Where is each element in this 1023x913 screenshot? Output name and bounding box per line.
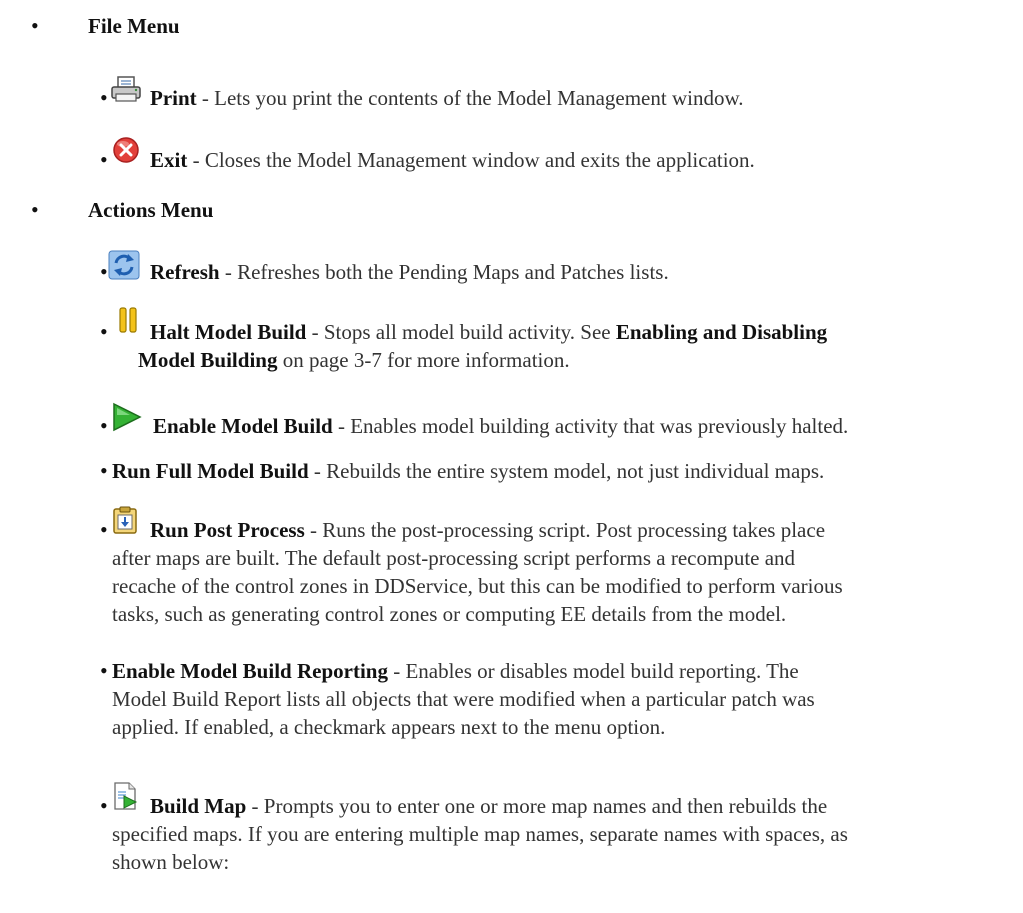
play-icon xyxy=(113,402,142,432)
build-map-line-1: - Prompts you to enter one or more map n… xyxy=(246,794,828,818)
refresh-label: Refresh xyxy=(150,260,220,284)
exit-label: Exit xyxy=(150,148,188,172)
post-process-line-2: after maps are built. The default post-p… xyxy=(112,546,796,570)
enable-desc: - Enables model building activity that w… xyxy=(332,414,849,438)
reporting-text: Enable Model Build Reporting - Enables o… xyxy=(112,657,972,741)
post-process-text: Run Post Process - Runs the post-process… xyxy=(112,516,1010,628)
print-label: Print xyxy=(150,86,197,110)
enable-label: Enable Model Build xyxy=(153,414,333,438)
print-text: Print - Lets you print the contents of t… xyxy=(150,84,1010,112)
bullet: • xyxy=(100,413,108,438)
post-process-line-4: tasks, such as generating control zones … xyxy=(112,602,787,626)
full-build-label: Run Full Model Build xyxy=(112,459,309,483)
build-map-label: Build Map xyxy=(150,794,247,818)
bullet: • xyxy=(31,197,39,222)
halt-label: Halt Model Build xyxy=(150,320,307,344)
bullet: • xyxy=(100,517,108,542)
reporting-line-2: Model Build Report lists all objects tha… xyxy=(112,687,815,711)
halt-desc-2: on page 3-7 for more information. xyxy=(277,348,570,372)
bullet: • xyxy=(100,85,108,110)
refresh-text: Refresh - Refreshes both the Pending Map… xyxy=(150,258,1010,286)
reporting-label: Enable Model Build Reporting xyxy=(112,659,388,683)
post-process-line-1: - Runs the post-processing script. Post … xyxy=(304,518,826,542)
printer-icon xyxy=(111,76,141,102)
halt-link-2[interactable]: Model Building xyxy=(138,348,277,372)
build-map-icon xyxy=(114,782,138,810)
reporting-line-1: - Enables or disables model build report… xyxy=(387,659,799,683)
exit-icon xyxy=(113,137,139,163)
document-page: { "file_menu": { "heading": "File Menu",… xyxy=(0,0,1023,913)
refresh-desc: - Refreshes both the Pending Maps and Pa… xyxy=(219,260,669,284)
exit-desc: - Closes the Model Management window and… xyxy=(187,148,755,172)
bullet: • xyxy=(100,147,108,172)
halt-link-1[interactable]: Enabling and Disabling xyxy=(616,320,827,344)
post-process-line-3: recache of the control zones in DDServic… xyxy=(112,574,843,598)
post-process-icon xyxy=(113,506,137,534)
print-desc: - Lets you print the contents of the Mod… xyxy=(196,86,744,110)
full-build-desc: - Rebuilds the entire system model, not … xyxy=(308,459,825,483)
build-map-text: Build Map - Prompts you to enter one or … xyxy=(112,792,1010,876)
refresh-icon xyxy=(108,250,140,280)
full-build-text: Run Full Model Build - Rebuilds the enti… xyxy=(112,457,972,485)
halt-desc: - Stops all model build activity. See xyxy=(306,320,616,344)
bullet: • xyxy=(100,319,108,344)
bullet: • xyxy=(100,259,108,284)
reporting-line-3: applied. If enabled, a checkmark appears… xyxy=(112,715,666,739)
build-map-line-3: shown below: xyxy=(112,850,230,874)
file-menu-heading: File Menu xyxy=(88,14,180,38)
bullet: • xyxy=(31,13,39,38)
bullet: • xyxy=(100,793,108,818)
pause-icon xyxy=(119,307,137,333)
exit-text: Exit - Closes the Model Management windo… xyxy=(150,146,1010,174)
post-process-label: Run Post Process xyxy=(150,518,305,542)
enable-text: Enable Model Build - Enables model build… xyxy=(153,412,1013,440)
halt-text: Halt Model Build - Stops all model build… xyxy=(138,318,1010,374)
build-map-line-2: specified maps. If you are entering mult… xyxy=(112,822,848,846)
actions-menu-heading: Actions Menu xyxy=(88,198,214,222)
bullet: • xyxy=(100,458,108,483)
bullet: • xyxy=(100,658,108,683)
